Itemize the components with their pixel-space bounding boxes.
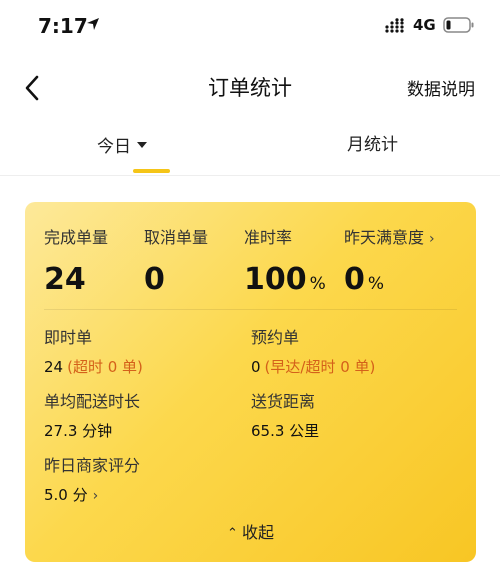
collapse-button[interactable]: ⌃ 收起: [25, 519, 476, 543]
metric-label: 准时率: [244, 228, 293, 247]
delivery-distance: 送货距离 65.3 公里: [251, 388, 319, 441]
merchant-rating[interactable]: 昨日商家评分 5.0 分 ›: [44, 452, 140, 505]
metric-value: 0: [144, 262, 165, 297]
metric-on-time-rate: 准时率 100%: [244, 224, 326, 297]
metric-value: 100%: [244, 262, 326, 297]
active-tab-indicator: [133, 169, 170, 173]
metric-completed: 完成单量 24: [44, 224, 108, 297]
status-time: 7:17: [38, 14, 88, 38]
metric-value: 0%: [344, 262, 385, 297]
timeout-note: (超时 0 单): [67, 358, 143, 376]
stats-card: 完成单量 24 取消单量 0 准时率 100% 昨天满意度 › 0% 即时单 24…: [25, 202, 476, 562]
metric-yesterday-satisfaction[interactable]: 昨天满意度 › 0%: [344, 224, 435, 297]
status-bar: 7:17 4G: [0, 0, 500, 52]
nav-bar: 订单统计 数据说明: [0, 52, 500, 124]
metric-label: 昨天满意度 ›: [344, 228, 435, 247]
metric-value: 24: [44, 262, 86, 297]
detail-label: 即时单: [44, 328, 93, 347]
signal-icon: [385, 18, 404, 33]
detail-value: 27.3 分钟: [44, 422, 113, 440]
detail-value: 65.3 公里: [251, 422, 320, 440]
detail-label: 送货距离: [251, 392, 316, 411]
instant-orders: 即时单 24 (超时 0 单): [44, 324, 143, 377]
battery-icon: [443, 17, 474, 33]
metric-cancelled: 取消单量 0: [144, 224, 208, 297]
detail-value: 24 (超时 0 单): [44, 358, 143, 376]
metric-unit: %: [309, 274, 326, 294]
avg-delivery-time: 单均配送时长 27.3 分钟: [44, 388, 140, 441]
data-explanation-link[interactable]: 数据说明: [407, 75, 475, 100]
detail-value: 5.0 分 ›: [44, 486, 99, 504]
tab-today[interactable]: 今日: [97, 132, 147, 157]
metric-label: 取消单量: [144, 228, 209, 247]
timeout-note: (早达/超时 0 单): [264, 358, 376, 376]
caret-down-icon: [137, 142, 147, 148]
network-label: 4G: [413, 16, 436, 34]
divider: [44, 309, 457, 310]
metric-label: 完成单量: [44, 228, 109, 247]
detail-value: 0 (早达/超时 0 单): [251, 358, 376, 376]
tab-month[interactable]: 月统计: [347, 130, 398, 155]
chevron-right-icon: ›: [429, 231, 435, 247]
tab-today-label: 今日: [97, 137, 131, 157]
reserved-orders: 预约单 0 (早达/超时 0 单): [251, 324, 375, 377]
detail-label: 昨日商家评分: [44, 456, 141, 475]
tab-bar: 今日 月统计: [0, 124, 500, 176]
metric-unit: %: [367, 274, 385, 294]
collapse-label: 收起: [241, 523, 274, 542]
location-arrow-icon: [87, 18, 99, 30]
chevron-up-icon: ⌃: [227, 526, 238, 541]
detail-label: 单均配送时长: [44, 392, 141, 411]
chevron-right-icon: ›: [92, 488, 99, 504]
detail-label: 预约单: [251, 328, 300, 347]
